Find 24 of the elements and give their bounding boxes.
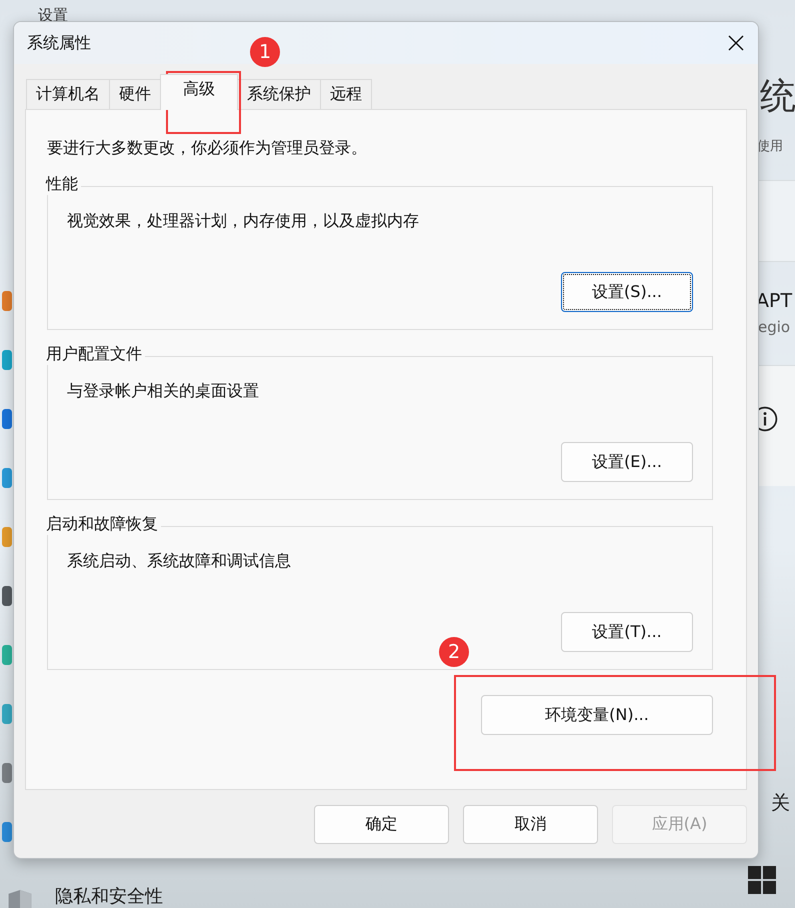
notice-text: 要进行大多数更改，你必须作为管理员登录。 <box>47 138 368 159</box>
settings-button[interactable]: 设置(E)... <box>561 442 693 482</box>
window-title: 设置 <box>38 6 68 25</box>
settings-button[interactable]: 设置(S)... <box>561 272 693 312</box>
group-title: 用户配置文件 <box>46 344 145 365</box>
group-title: 性能 <box>46 174 81 195</box>
shield-icon <box>6 889 34 908</box>
group-title: 启动和故障恢复 <box>46 514 161 535</box>
related-link[interactable]: 关 <box>771 790 790 816</box>
tab[interactable]: 高级 <box>160 74 238 110</box>
dialog-button[interactable]: 取消 <box>463 805 598 844</box>
dialog-title: 系统属性 <box>27 32 91 54</box>
group-description: 视觉效果，处理器计划，内存使用，以及虚拟内存 <box>67 211 420 232</box>
dialog-button[interactable]: 确定 <box>314 805 449 844</box>
close-icon[interactable] <box>728 35 744 51</box>
group-description: 与登录帐户相关的桌面设置 <box>67 381 260 402</box>
windows-logo-icon[interactable] <box>748 866 776 894</box>
tab[interactable]: 计算机名 <box>26 79 110 109</box>
group-description: 系统启动、系统故障和调试信息 <box>67 551 292 572</box>
environment-variables-button[interactable]: 环境变量(N)... <box>481 695 713 735</box>
nav-item[interactable]: 隐私和安全性 <box>55 888 163 906</box>
tab[interactable]: 远程 <box>320 79 372 109</box>
device-detail: egio <box>758 318 790 336</box>
settings-button[interactable]: 设置(T)... <box>561 612 693 652</box>
